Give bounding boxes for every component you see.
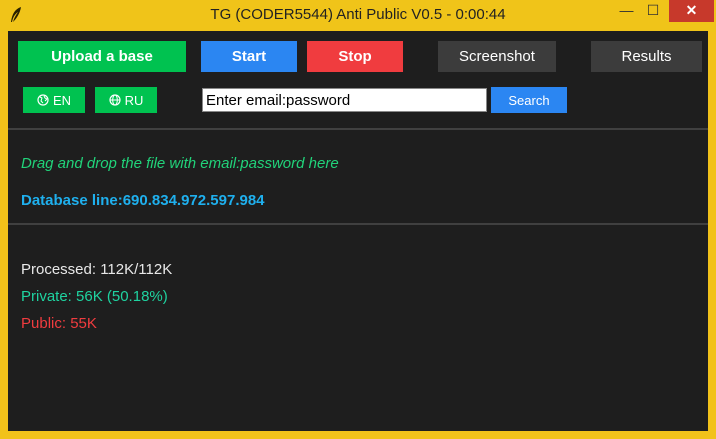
maximize-icon: ☐ bbox=[646, 2, 660, 18]
globe-icon bbox=[37, 94, 49, 106]
drop-zone-hint: Drag and drop the file with email:passwo… bbox=[21, 155, 339, 172]
globe-icon bbox=[109, 94, 121, 106]
close-button[interactable]: ✕ bbox=[669, 0, 714, 22]
processed-count: Processed: 112K/112K bbox=[21, 261, 173, 278]
maximize-button[interactable]: ☐ bbox=[640, 0, 666, 22]
app-window: TG (CODER5544) Anti Public V0.5 - 0:00:4… bbox=[0, 0, 716, 439]
minimize-icon: — bbox=[619, 2, 634, 18]
divider bbox=[8, 128, 708, 130]
window-title: TG (CODER5544) Anti Public V0.5 - 0:00:4… bbox=[210, 6, 506, 23]
language-ru-label: RU bbox=[124, 92, 144, 108]
screenshot-button[interactable]: Screenshot bbox=[438, 41, 556, 72]
public-count: Public: 55K bbox=[21, 315, 97, 332]
close-icon: ✕ bbox=[685, 2, 698, 18]
language-ru-button[interactable]: RU bbox=[95, 87, 157, 113]
language-en-label: EN bbox=[52, 92, 72, 108]
email-password-input[interactable] bbox=[202, 88, 487, 112]
start-button[interactable]: Start bbox=[201, 41, 297, 72]
title-bar[interactable]: TG (CODER5544) Anti Public V0.5 - 0:00:4… bbox=[0, 0, 716, 32]
main-panel: Upload a base Start Stop Screenshot Resu… bbox=[8, 31, 708, 431]
divider bbox=[8, 223, 708, 225]
database-line-count: Database line:690.834.972.597.984 bbox=[21, 192, 265, 209]
private-count: Private: 56K (50.18%) bbox=[21, 288, 168, 305]
upload-base-button[interactable]: Upload a base bbox=[18, 41, 186, 72]
results-button[interactable]: Results bbox=[591, 41, 702, 72]
search-button[interactable]: Search bbox=[491, 87, 567, 113]
language-en-button[interactable]: EN bbox=[23, 87, 85, 113]
stop-button[interactable]: Stop bbox=[307, 41, 403, 72]
minimize-button[interactable]: — bbox=[613, 0, 640, 22]
